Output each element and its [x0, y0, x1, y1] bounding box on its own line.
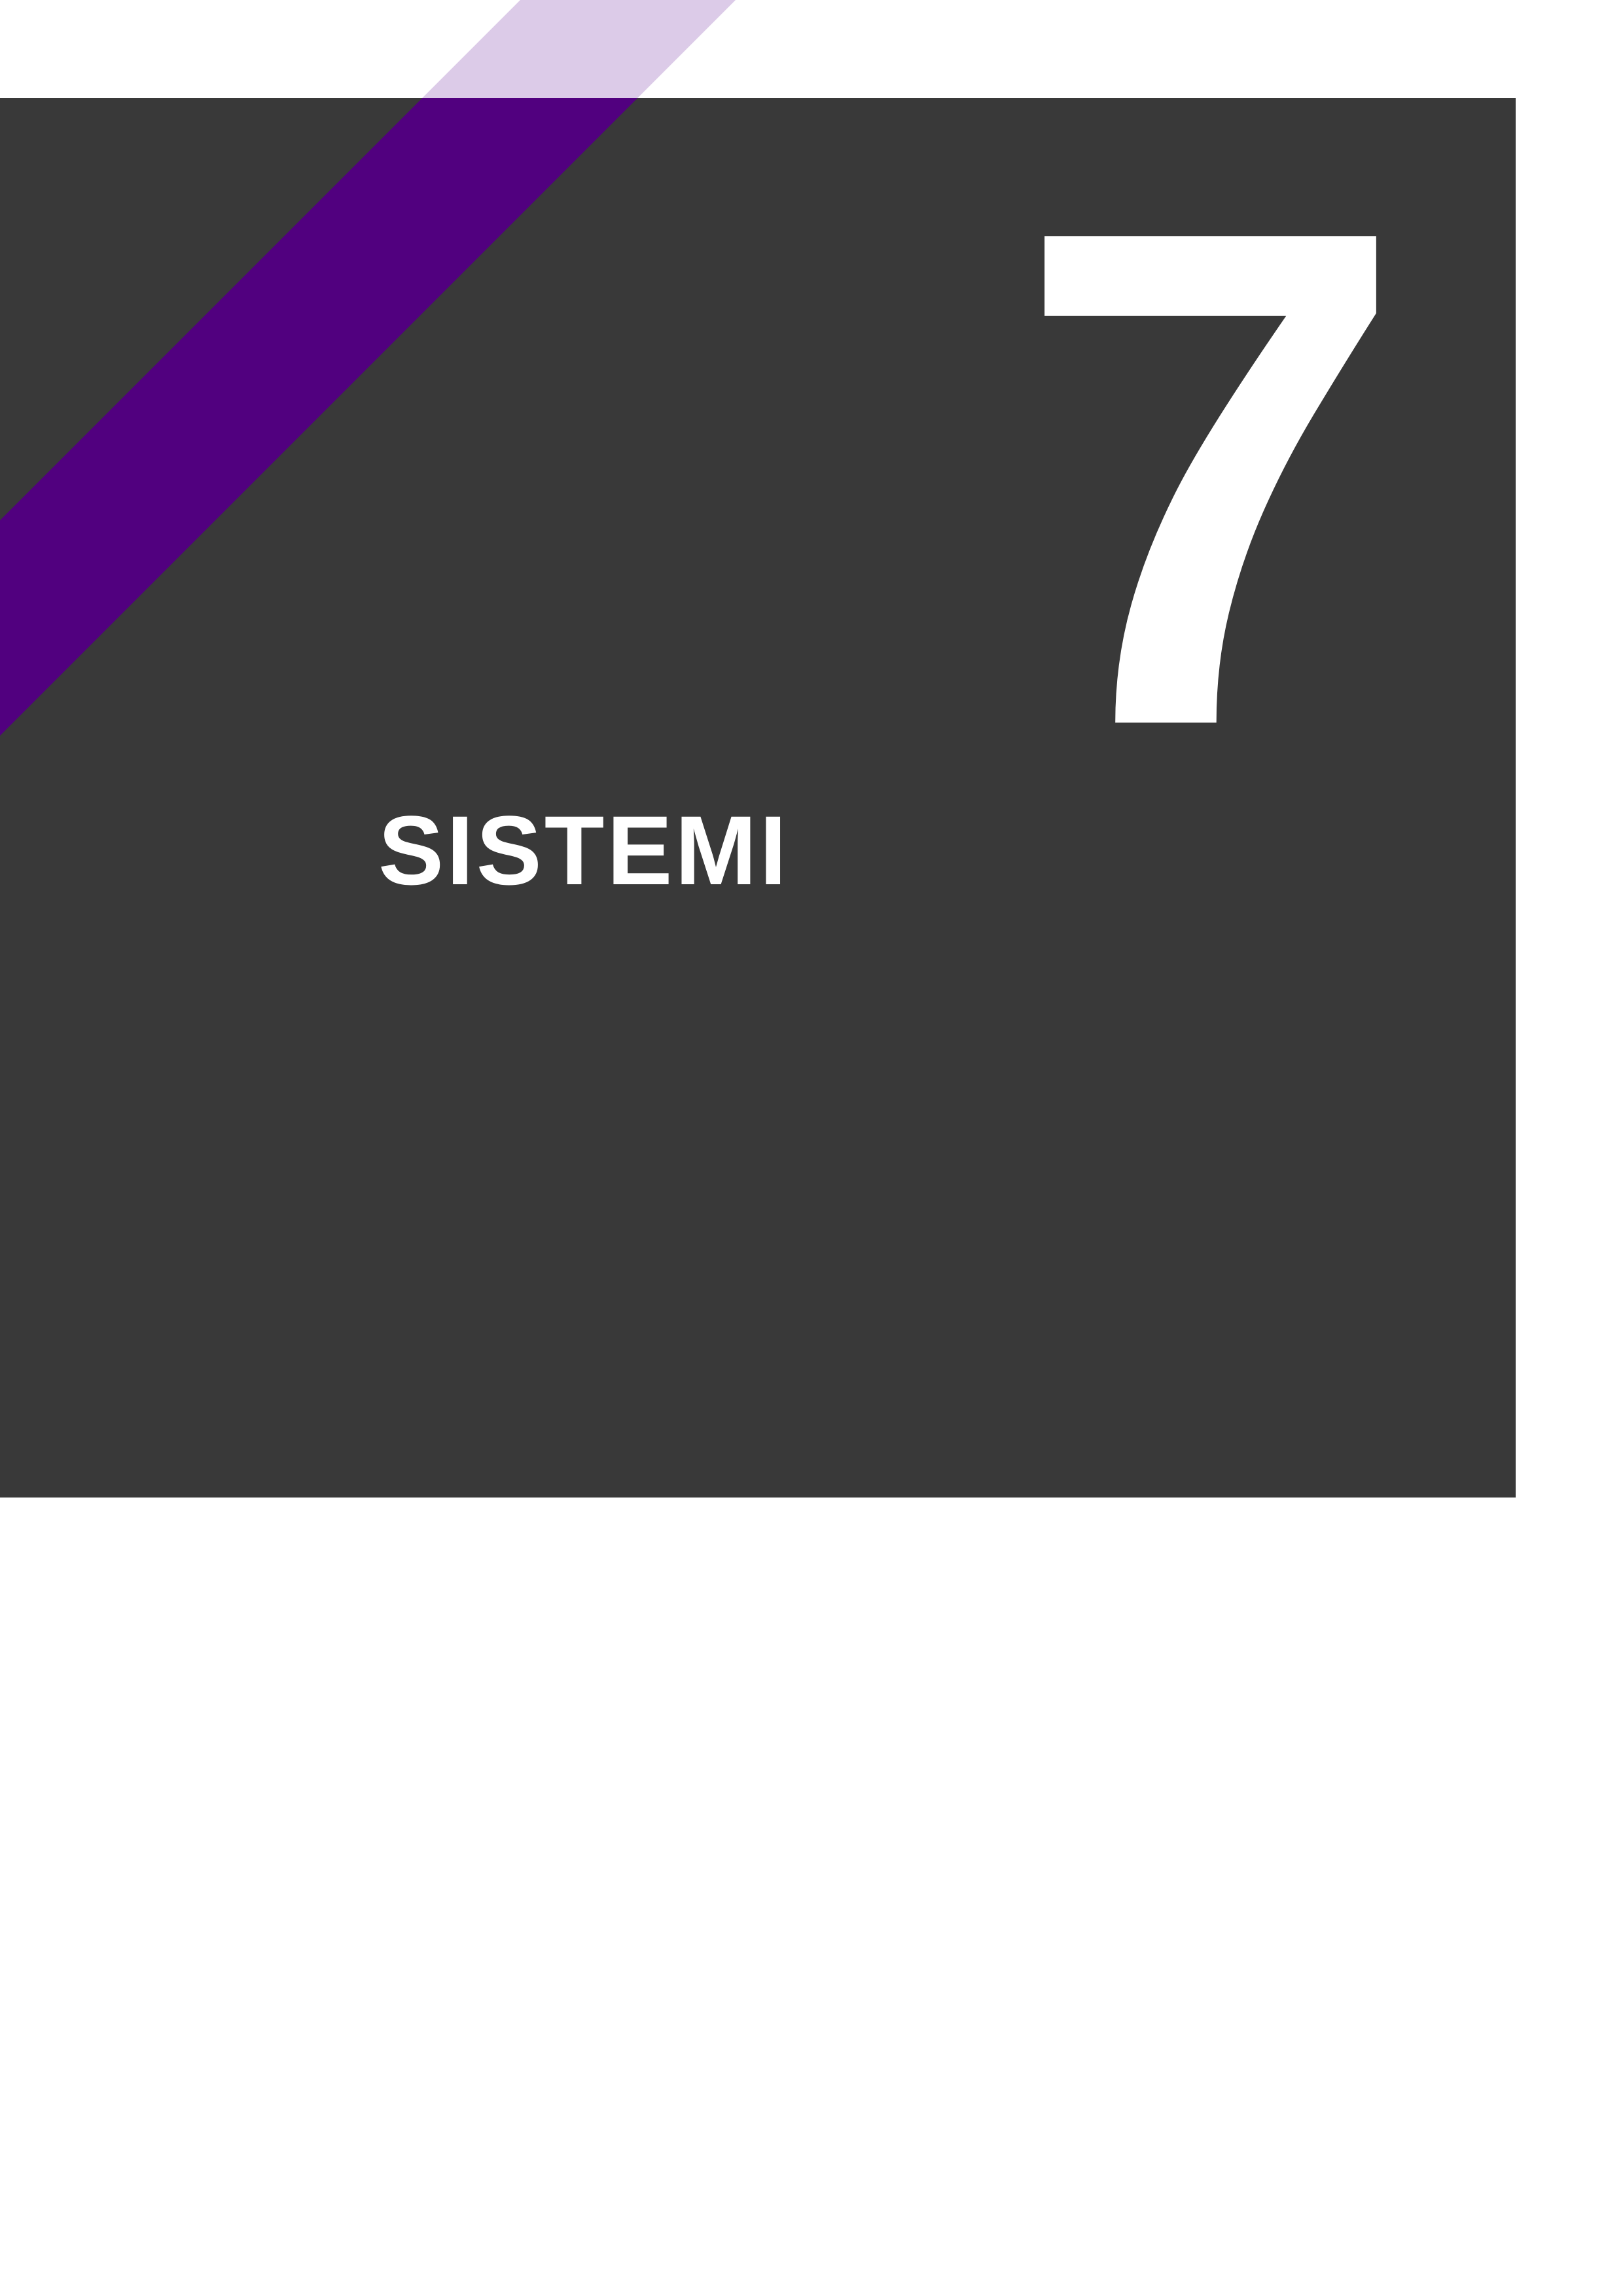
diagonal-stripe-light: [422, 0, 736, 98]
chapter-number: 7: [1014, 82, 1408, 872]
chapter-title: SISTEMI: [378, 795, 790, 905]
chapter-cover-page: 7 SISTEMI: [0, 0, 1623, 2296]
